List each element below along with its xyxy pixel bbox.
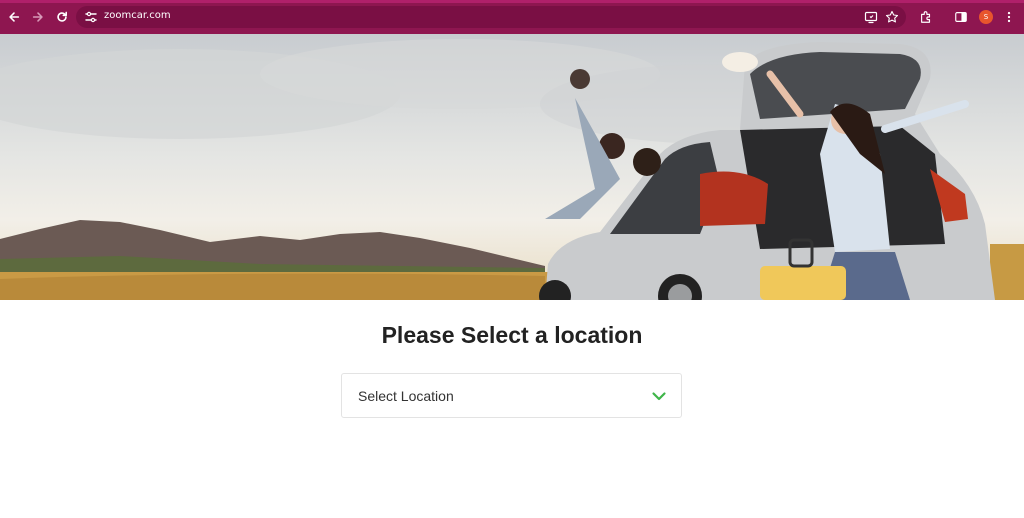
url-text[interactable]: zoomcar.com: [104, 10, 171, 21]
chevron-down-icon[interactable]: [651, 388, 667, 404]
hero-banner-image: [0, 34, 1024, 300]
avatar[interactable]: S: [979, 10, 993, 24]
install-app-icon[interactable]: [864, 10, 878, 24]
browser-toolbar: zoomcar.com S: [0, 0, 1024, 34]
location-select-label: Select Location: [358, 388, 454, 404]
star-icon[interactable]: [885, 10, 899, 24]
page-title: Please Select a location: [381, 322, 643, 348]
location-select[interactable]: Select Location: [341, 373, 682, 418]
tune-icon[interactable]: [84, 10, 98, 24]
side-panel-icon[interactable]: [953, 9, 969, 25]
forward-arrow-icon[interactable]: [30, 9, 46, 25]
back-arrow-icon[interactable]: [6, 9, 22, 25]
puzzle-icon[interactable]: [918, 9, 934, 25]
tab-strip-edge: [0, 0, 1024, 3]
kebab-menu-icon[interactable]: [1001, 9, 1017, 25]
reload-icon[interactable]: [54, 9, 70, 25]
address-bar[interactable]: zoomcar.com: [76, 6, 906, 28]
